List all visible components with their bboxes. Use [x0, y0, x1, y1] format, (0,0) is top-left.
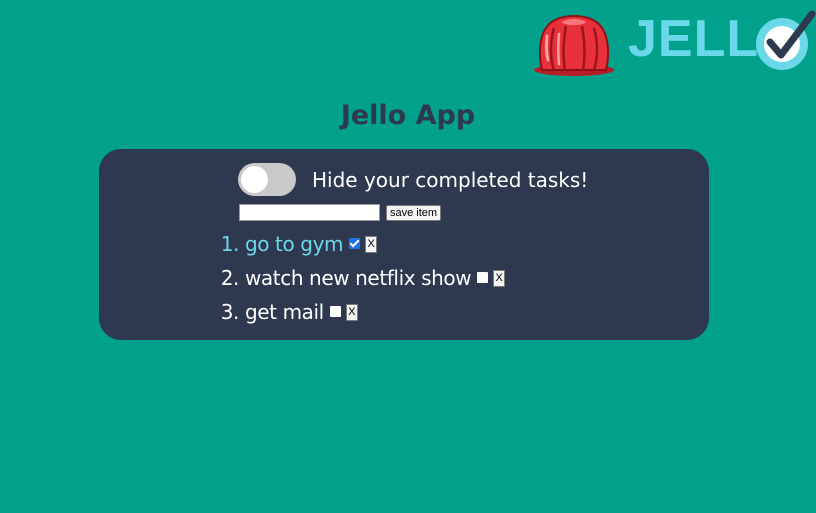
toggle-knob [241, 166, 268, 193]
task-complete-checkbox[interactable] [329, 306, 341, 317]
task-list: 1. go to gym X 2. watch new netflix show X… [217, 229, 506, 331]
task-item: 3. get mail X [217, 297, 505, 331]
task-delete-button[interactable]: X [345, 304, 358, 321]
hide-completed-toggle[interactable] [238, 163, 296, 196]
task-number: 2. [220, 266, 240, 290]
new-item-input[interactable] [239, 204, 380, 221]
jello-icon [534, 14, 614, 76]
task-item: 2. watch new netflix show X [217, 263, 506, 297]
task-text: get mail [244, 300, 324, 324]
todo-panel: Hide your completed tasks! save item 1. … [99, 149, 709, 340]
task-complete-checkbox[interactable] [349, 238, 361, 249]
task-complete-checkbox[interactable] [477, 272, 489, 283]
task-number: 1. [220, 232, 240, 256]
task-text: watch new netflix show [244, 266, 472, 290]
check-o-icon [756, 10, 816, 70]
jello-logo: JELL [532, 8, 816, 76]
task-delete-button[interactable]: X [365, 236, 378, 253]
task-delete-button[interactable]: X [493, 270, 506, 287]
save-item-button[interactable]: save item [386, 205, 442, 221]
task-number: 3. [220, 300, 240, 324]
task-item: 1. go to gym X [217, 229, 505, 263]
task-text: go to gym [244, 232, 344, 256]
hide-completed-label: Hide your completed tasks! [312, 168, 589, 192]
logo-wordmark: JELL [628, 10, 760, 68]
page-title: Jello App [340, 100, 476, 131]
